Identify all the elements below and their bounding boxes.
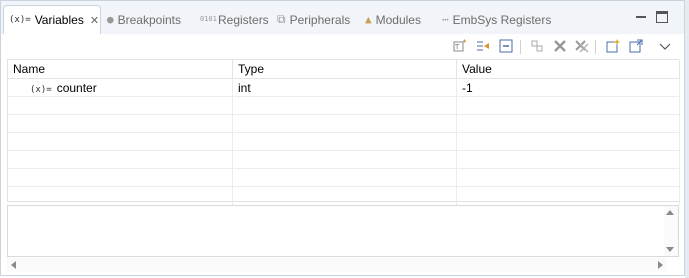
name-cell[interactable]: (x)= counter [8,79,233,97]
tab-label: Peripherals [289,12,351,27]
tab-label: EmbSys Registers [452,12,552,27]
svg-text:T: T [454,43,460,51]
view-menu-icon[interactable] [657,38,673,54]
details-pane[interactable] [7,205,679,257]
table-row-empty [8,187,680,205]
tab-modules[interactable]: ▲ Modules [365,5,421,34]
column-header-name[interactable]: Name [8,60,233,79]
table-row-empty [8,115,680,133]
table-header: Name Type Value [8,60,680,79]
show-logical-structure-icon[interactable] [475,38,491,54]
tab-label: Breakpoints [117,12,181,27]
tab-registers[interactable]: 0101 Registers [200,5,269,34]
modules-icon: ▲ [365,13,372,26]
pin-icon[interactable] [628,38,644,54]
tab-peripherals[interactable]: ⧉ Peripherals [277,5,350,34]
tab-label: Registers [218,12,269,27]
vertical-scrollbar[interactable] [664,206,678,256]
table-row[interactable]: (x)= counter int -1 [8,79,680,97]
horizontal-scrollbar[interactable] [7,258,667,272]
peripherals-icon: ⧉ [277,12,286,26]
collapse-all-icon[interactable] [498,38,514,54]
tab-variables[interactable]: (x)= Variables ✕ [3,5,101,34]
column-header-value[interactable]: Value [457,60,680,79]
registers-icon: 0101 [200,15,217,23]
variables-icon: (x)= [9,15,31,25]
show-type-names-icon[interactable]: T [452,38,468,54]
maximize-icon[interactable] [656,11,668,23]
toolbar-separator [520,40,521,54]
variable-name: counter [56,81,97,95]
scroll-left-icon[interactable] [11,261,16,269]
link-icon[interactable] [529,38,545,54]
type-cell[interactable]: int [233,79,457,97]
remove-icon[interactable] [552,38,568,54]
table-row-empty [8,169,680,187]
table-row-empty [8,97,680,115]
view-tab-bar: (x)= Variables ✕ ● Breakpoints 0101 Regi… [1,1,684,34]
column-header-type[interactable]: Type [233,60,457,79]
remove-all-icon[interactable] [574,38,590,54]
close-icon[interactable]: ✕ [90,14,99,27]
tab-breakpoints[interactable]: ● Breakpoints [107,5,181,34]
minimize-icon[interactable] [635,11,647,23]
view-toolbar: T [1,34,684,59]
tab-label: Modules [375,12,421,27]
toolbar-separator [595,40,596,54]
variable-icon: (x)= [30,85,52,95]
tab-embsys-registers[interactable]: ⋯ EmbSys Registers [442,5,551,34]
scroll-right-icon[interactable] [658,261,663,269]
table-row-empty [8,151,680,169]
variables-view: (x)= Variables ✕ ● Breakpoints 0101 Regi… [0,0,685,276]
table-row-empty [8,133,680,151]
embsys-registers-icon: ⋯ [442,13,449,26]
value-cell[interactable]: -1 [457,79,680,97]
tab-label: Variables [34,13,84,27]
new-view-icon[interactable] [605,38,621,54]
breakpoints-icon: ● [107,13,114,26]
variables-table: Name Type Value (x)= counter int -1 [7,59,680,205]
window-edge [685,0,689,278]
scroll-up-icon[interactable] [666,210,674,215]
scroll-down-icon[interactable] [666,247,674,252]
